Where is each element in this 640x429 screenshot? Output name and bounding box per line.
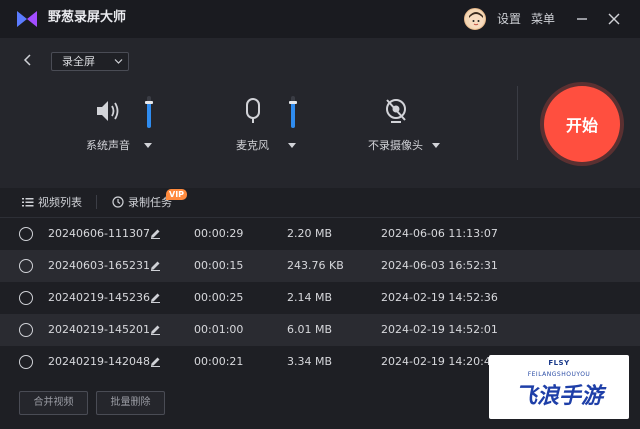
- file-date: 2024-06-03 16:52:31: [381, 259, 498, 272]
- file-date: 2024-02-19 14:20:48: [381, 355, 498, 368]
- table-row[interactable]: 20240606-111307 00:00:29 2.20 MB 2024-06…: [0, 218, 640, 250]
- watermark-main-text: 飞浪手游: [514, 384, 603, 409]
- edit-pencil-icon[interactable]: [150, 292, 161, 303]
- close-icon[interactable]: [604, 9, 624, 29]
- file-name: 20240219-145236: [48, 291, 150, 304]
- camera-label: 不录摄像头: [368, 139, 423, 152]
- merge-videos-button[interactable]: 合并视频: [19, 391, 88, 415]
- microphone-dropdown-caret[interactable]: [288, 143, 296, 148]
- start-record-button[interactable]: 开始: [544, 86, 620, 162]
- chevron-down-icon: [114, 59, 123, 64]
- file-duration: 00:01:00: [194, 323, 244, 336]
- microphone-label: 麦克风: [236, 139, 269, 152]
- system-sound-label: 系统声音: [86, 139, 130, 152]
- menu-link[interactable]: 菜单: [531, 10, 555, 28]
- edit-pencil-icon[interactable]: [150, 356, 161, 367]
- microphone-level-fill: [291, 102, 295, 128]
- edit-pencil-icon[interactable]: [150, 228, 161, 239]
- app-logo-icon: [17, 11, 37, 27]
- vip-badge: VIP: [166, 189, 188, 200]
- file-date: 2024-02-19 14:52:36: [381, 291, 498, 304]
- tab-video-list[interactable]: 视频列表: [22, 195, 92, 211]
- file-duration: 00:00:15: [194, 259, 244, 272]
- file-duration: 00:00:21: [194, 355, 244, 368]
- edit-pencil-icon[interactable]: [150, 260, 161, 271]
- file-size: 2.14 MB: [287, 291, 333, 304]
- file-date: 2024-02-19 14:52:01: [381, 323, 498, 336]
- table-row[interactable]: 20240603-165231 00:00:15 243.76 KB 2024-…: [0, 250, 640, 282]
- camera-off-icon[interactable]: [381, 96, 411, 126]
- app-title: 野葱录屏大师: [48, 10, 127, 25]
- watermark-sub-text: FEILANGSHOUYOU: [527, 371, 591, 378]
- file-duration: 00:00:25: [194, 291, 244, 304]
- row-select-radio[interactable]: [19, 227, 33, 241]
- file-size: 6.01 MB: [287, 323, 333, 336]
- row-select-radio[interactable]: [19, 355, 33, 369]
- avatar-face-icon: [469, 12, 483, 28]
- file-size: 2.20 MB: [287, 227, 333, 240]
- speaker-icon[interactable]: [93, 96, 123, 126]
- tab-separator: [96, 195, 97, 209]
- user-avatar[interactable]: [464, 8, 486, 30]
- edit-pencil-icon[interactable]: [150, 324, 161, 335]
- back-arrow-icon[interactable]: [20, 52, 36, 68]
- file-name: 20240606-111307: [48, 227, 150, 240]
- system-sound-level-fill: [147, 102, 151, 128]
- file-name: 20240603-165231: [48, 259, 150, 272]
- system-sound-dropdown-caret[interactable]: [144, 143, 152, 148]
- table-row[interactable]: 20240219-145201 00:01:00 6.01 MB 2024-02…: [0, 314, 640, 346]
- file-date: 2024-06-06 11:13:07: [381, 227, 498, 240]
- camera-dropdown-caret[interactable]: [432, 143, 440, 148]
- table-row[interactable]: 20240219-145236 00:00:25 2.14 MB 2024-02…: [0, 282, 640, 314]
- row-select-radio[interactable]: [19, 259, 33, 273]
- file-duration: 00:00:29: [194, 227, 244, 240]
- site-watermark-logo: FLSY FEILANGSHOUYOU 飞浪手游: [489, 355, 629, 419]
- minimize-icon[interactable]: [572, 9, 592, 29]
- file-name: 20240219-142048: [48, 355, 150, 368]
- tab-video-list-label: 视频列表: [38, 196, 82, 209]
- watermark-top-text: FLSY: [548, 359, 570, 367]
- microphone-level-slider[interactable]: [289, 96, 297, 128]
- batch-delete-button[interactable]: 批量删除: [96, 391, 165, 415]
- microphone-level-knob[interactable]: [289, 101, 297, 104]
- system-sound-level-slider[interactable]: [145, 96, 153, 128]
- row-select-radio[interactable]: [19, 291, 33, 305]
- title-bar: 野葱录屏大师 设置 菜单: [0, 0, 640, 38]
- microphone-icon[interactable]: [238, 96, 268, 126]
- row-select-radio[interactable]: [19, 323, 33, 337]
- clock-icon: [112, 196, 124, 208]
- record-mode-select[interactable]: 录全屏: [51, 52, 129, 71]
- file-name: 20240219-145201: [48, 323, 150, 336]
- settings-link[interactable]: 设置: [497, 10, 521, 28]
- record-mode-value: 录全屏: [62, 55, 95, 68]
- list-icon: [22, 198, 34, 207]
- system-sound-level-knob[interactable]: [145, 101, 153, 104]
- control-divider: [517, 86, 518, 160]
- file-size: 243.76 KB: [287, 259, 344, 272]
- file-size: 3.34 MB: [287, 355, 333, 368]
